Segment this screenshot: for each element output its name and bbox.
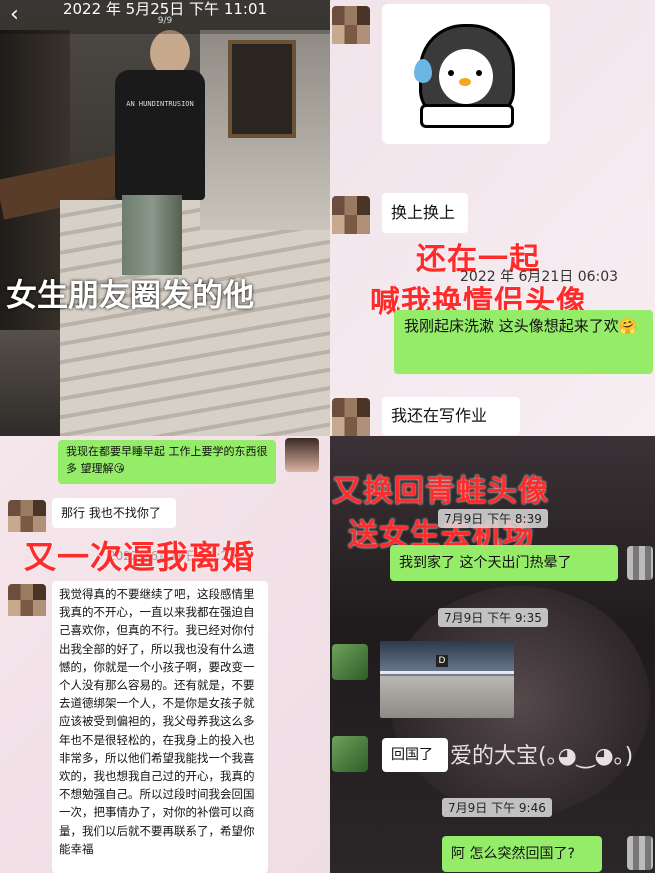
avatar-him[interactable] bbox=[332, 6, 370, 44]
avatar-him-frog[interactable] bbox=[332, 736, 368, 772]
message-bubble[interactable]: 换上换上 bbox=[382, 193, 468, 233]
picture-frame bbox=[228, 40, 296, 138]
avatar-him[interactable] bbox=[332, 398, 370, 436]
avatar-him-frog[interactable] bbox=[332, 644, 368, 680]
message-bubble[interactable]: 回国了 bbox=[382, 738, 448, 772]
message-timestamp: 7月9日 下午 9:35 bbox=[438, 608, 548, 627]
person-legs bbox=[122, 195, 182, 275]
message-bubble[interactable]: 我刚起床洗漱 这头像想起来了欢🤗 bbox=[394, 310, 653, 374]
airport-photo[interactable]: D bbox=[380, 641, 514, 718]
message-bubble[interactable]: 我还在写作业 bbox=[382, 397, 520, 435]
avatar-her[interactable] bbox=[285, 438, 319, 472]
annotation-caption: 又换回青蛙头像 bbox=[332, 474, 549, 509]
avatar-him[interactable] bbox=[332, 196, 370, 234]
message-bubble[interactable]: 那行 我也不找你了 bbox=[52, 498, 176, 528]
message-timestamp: 7月9日 下午 8:39 bbox=[438, 509, 548, 528]
chat-panel-4: 又换回青蛙头像 送女生去机场 7月9日 下午 8:39 我到家了 这个天出门热晕… bbox=[330, 436, 655, 873]
staircase bbox=[60, 200, 330, 436]
gate-sign: D bbox=[436, 655, 448, 667]
photo-header: ‹ 2022 年 5月25日 下午 11:01 9/9 bbox=[0, 0, 330, 34]
shirt-print: AN HUNDINTRUSION bbox=[126, 100, 194, 108]
message-bubble[interactable]: 我觉得真的不要继续了吧，这段感情里我真的不开心，一直以来我都在强迫自己喜欢你，但… bbox=[52, 581, 268, 873]
photo-counter: 9/9 bbox=[157, 16, 173, 26]
annotation-caption: 又一次逼我离婚 bbox=[24, 538, 256, 576]
avatar-her[interactable] bbox=[627, 546, 653, 580]
message-bubble[interactable]: 我到家了 这个天出门热晕了 bbox=[390, 545, 618, 581]
avatar-her[interactable] bbox=[627, 836, 653, 870]
message-bubble[interactable]: 我现在都要早睡早起 工作上要学的东西很多 望理解😘 bbox=[58, 440, 276, 484]
avatar-him[interactable] bbox=[8, 500, 46, 532]
photo-panel: AN HUNDINTRUSION ‹ 2022 年 5月25日 下午 11:01… bbox=[0, 0, 330, 436]
person-shirt: AN HUNDINTRUSION bbox=[115, 70, 205, 200]
chat-panel-3: 我现在都要早睡早起 工作上要学的东西很多 望理解😘 那行 我也不找你了 2022… bbox=[0, 436, 330, 873]
message-bubble[interactable]: 阿 怎么突然回国了? bbox=[442, 836, 602, 872]
sticker-card bbox=[382, 4, 550, 144]
avatar-him[interactable] bbox=[8, 584, 46, 616]
penguin-sticker-icon bbox=[414, 24, 515, 129]
background-text: 爱的大宝(｡◕‿◕｡) bbox=[450, 744, 634, 769]
photo-caption: 女生朋友圈发的他 bbox=[6, 278, 254, 314]
message-timestamp: 7月9日 下午 9:46 bbox=[442, 798, 552, 817]
chat-panel-2: 换上换上 还在一起 2022 年 6月21日 06:03 喊我换情侣头像 我刚起… bbox=[330, 0, 655, 436]
